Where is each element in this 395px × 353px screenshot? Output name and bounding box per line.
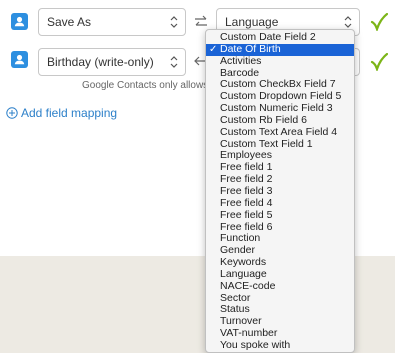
select-arrows-icon (344, 16, 352, 28)
dropdown-option[interactable]: Language (206, 268, 354, 281)
contact-card-icon (11, 13, 28, 30)
dropdown-option[interactable]: Free field 4 (206, 197, 354, 210)
dropdown-option-label: Date Of Birth (220, 42, 281, 55)
field-dropdown-menu[interactable]: Custom Date Field 2 ✓ Date Of Birth Activit… (205, 29, 355, 353)
select-arrows-icon (170, 16, 178, 28)
dropdown-option[interactable]: Custom Text Area Field 4 (206, 126, 354, 139)
selected-check-icon: ✓ (209, 43, 218, 55)
dropdown-option[interactable]: Custom Rb Field 6 (206, 114, 354, 127)
checkmark-icon[interactable] (370, 13, 388, 31)
add-field-mapping-link[interactable]: Add field mapping (6, 106, 117, 120)
add-field-mapping-label: Add field mapping (21, 106, 118, 120)
source-field-select-2[interactable]: Birthday (write-only) (38, 48, 186, 76)
destination-field-value-1: Language (225, 15, 279, 29)
source-field-select-1[interactable]: Save As (38, 8, 186, 36)
dropdown-option[interactable]: You spoke with (206, 339, 354, 352)
source-field-value-2: Birthday (write-only) (47, 55, 154, 69)
swap-arrows-icon[interactable] (193, 14, 209, 30)
select-arrows-icon (170, 56, 178, 68)
helper-text: Google Contacts only allows writing t (82, 80, 206, 91)
dropdown-option[interactable]: Activities (206, 55, 354, 68)
dropdown-option[interactable]: ✓ Date Of Birth (206, 42, 354, 56)
plus-circle-icon (6, 107, 18, 119)
dropdown-option[interactable]: NACE-code (206, 280, 354, 293)
source-field-value-1: Save As (47, 15, 92, 29)
dropdown-option[interactable]: Free field 5 (206, 209, 354, 222)
contact-card-icon (11, 51, 28, 68)
checkmark-icon[interactable] (370, 53, 388, 71)
